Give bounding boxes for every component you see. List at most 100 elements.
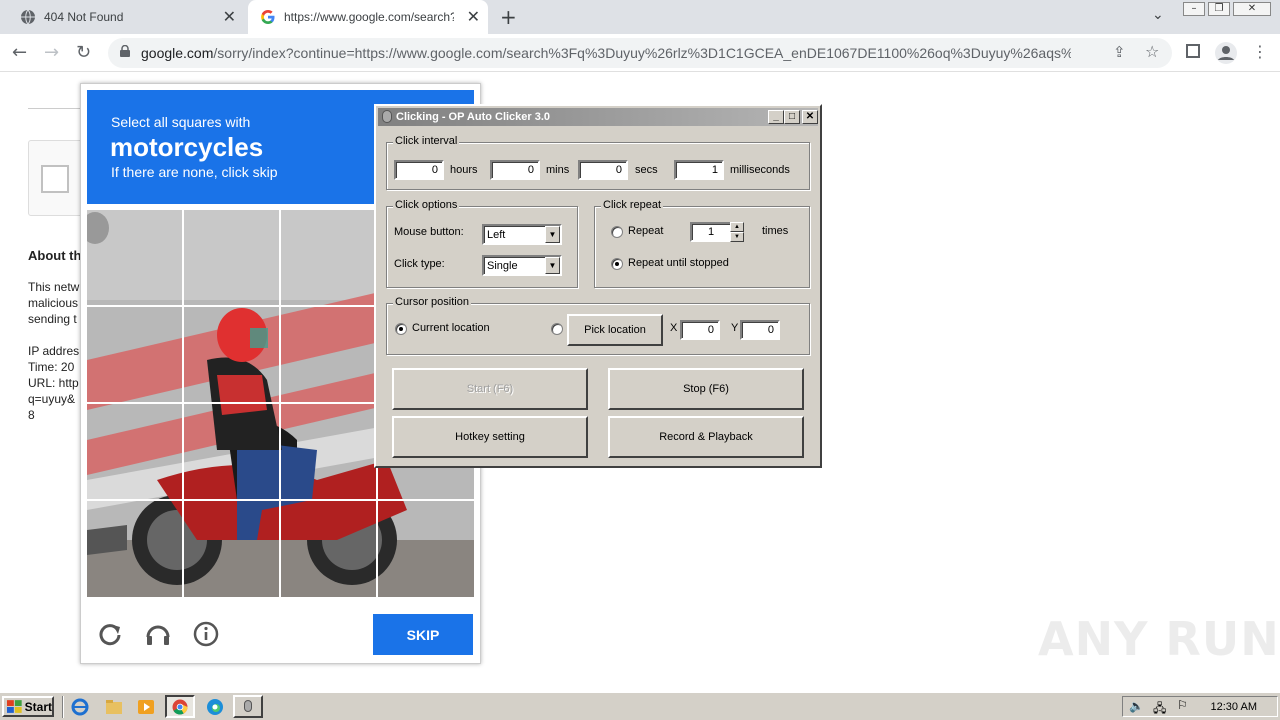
repeat-count-field[interactable]: 1 [690,222,732,242]
click-options-group: Click options Mouse button: Left ▼ Click… [386,199,578,288]
media-player-icon[interactable] [136,698,156,716]
hours-field[interactable]: 0 [394,160,444,180]
hours-label: hours [450,164,478,176]
record-playback-button[interactable]: Record & Playback [608,416,804,458]
mouse-button-value: Left [487,229,506,241]
page-info: IP addres [28,344,80,358]
ie-icon[interactable] [70,698,90,716]
side-panel-icon[interactable] [1186,44,1200,58]
group-label: Cursor position [393,296,471,308]
close-button[interactable]: ✕ [802,110,818,124]
current-location-label: Current location [412,322,490,334]
globe-icon [21,9,35,25]
start-label: Start [24,699,52,714]
minimize-button[interactable]: – [1183,2,1205,16]
reload-challenge-icon[interactable] [95,619,125,649]
window-titlebar[interactable]: Clicking - OP Auto Clicker 3.0 _ □ ✕ [378,108,818,126]
start-button[interactable]: Start [2,696,54,717]
milliseconds-label: milliseconds [730,164,790,176]
tab-title: https://www.google.com/search?q= [284,10,454,24]
milliseconds-field[interactable]: 1 [674,160,724,180]
restore-button[interactable]: ❐ [1208,2,1230,16]
volume-icon[interactable]: 🔈 [1129,699,1144,713]
spin-down-icon[interactable]: ▼ [730,232,744,242]
page-heading: About th [28,248,82,263]
divider [28,108,88,109]
mins-field[interactable]: 0 [490,160,540,180]
click-interval-group: Click interval 0 hours 0 mins 0 secs 1 m… [386,135,810,190]
page-line: malicious [28,296,79,310]
reload-icon[interactable]: ↻ [76,42,91,63]
audio-challenge-icon[interactable] [143,619,173,649]
page-info: Time: 20 [28,360,75,374]
pick-location-radio[interactable] [551,323,563,335]
lock-icon [120,45,130,57]
tab-404[interactable]: 404 Not Found ✕ [8,0,244,34]
bookmark-star-icon[interactable]: ☆ [1145,42,1159,61]
start-button[interactable]: Start (F6) [392,368,588,410]
folder-icon[interactable] [104,698,124,716]
close-tab-icon[interactable]: ✕ [223,7,236,27]
skip-button[interactable]: SKIP [373,614,473,655]
chrome-taskbar-button[interactable] [165,695,195,718]
auto-clicker-window: Clicking - OP Auto Clicker 3.0 _ □ ✕ Cli… [374,104,822,468]
challenge-hint: If there are none, click skip [111,164,278,180]
minimize-button[interactable]: _ [768,110,784,124]
page-line: sending t [28,312,77,326]
new-tab-icon[interactable]: + [500,5,517,29]
repeat-spinner[interactable]: ▲ ▼ [730,222,744,242]
profile-icon[interactable] [1214,41,1238,65]
x-field[interactable]: 0 [680,320,720,340]
click-type-label: Click type: [394,258,445,270]
share-icon[interactable]: ⇪ [1113,43,1126,61]
edge-icon[interactable] [205,698,225,716]
repeat-until-stopped-label: Repeat until stopped [628,257,729,269]
dropdown-arrow-icon[interactable]: ▼ [545,257,560,274]
tab-google[interactable]: https://www.google.com/search?q= ✕ [248,0,488,34]
dropdown-arrow-icon[interactable]: ▼ [545,226,560,243]
address-bar[interactable]: google.com/sorry/index?continue=https://… [108,38,1172,68]
close-window-button[interactable]: ✕ [1233,2,1271,16]
tab-title: 404 Not Found [44,10,124,24]
url-path: /sorry/index?continue=https://www.google… [213,45,1071,61]
google-icon [261,10,275,24]
recaptcha-checkbox[interactable] [41,165,69,193]
group-label: Click interval [393,135,460,147]
mouse-button-select[interactable]: Left ▼ [482,224,562,245]
auto-clicker-taskbar-button[interactable] [233,695,263,718]
maximize-button[interactable]: □ [784,110,800,124]
network-icon[interactable]: 🖧 [1153,699,1166,720]
pick-location-button[interactable]: Pick location [567,314,663,346]
clock: 12:30 AM [1210,701,1257,713]
secs-label: secs [635,164,658,176]
recaptcha-anchor [28,140,88,216]
current-location-radio[interactable] [395,323,407,335]
y-field[interactable]: 0 [740,320,780,340]
secs-field[interactable]: 0 [578,160,628,180]
browser-toolbar: ← → ↻ google.com/sorry/index?continue=ht… [0,34,1280,72]
forward-icon[interactable]: → [44,42,59,63]
back-icon[interactable]: ← [12,42,27,63]
watermark: ANY RUN [1038,612,1280,666]
spin-up-icon[interactable]: ▲ [730,222,744,232]
tab-strip: 404 Not Found ✕ https://www.google.com/s… [0,0,1280,34]
info-icon[interactable] [191,619,221,649]
chevron-down-icon[interactable]: ⌄ [1152,7,1164,23]
mins-label: mins [546,164,570,176]
mouse-icon [382,110,392,123]
menu-icon[interactable]: ⋮ [1252,42,1268,61]
stop-button[interactable]: Stop (F6) [608,368,804,410]
page-info: q=uyuy& [28,392,76,406]
windows-logo-icon [7,699,22,713]
url-domain: google.com [141,45,214,61]
repeat-until-stopped-radio[interactable] [611,258,623,270]
page-line: This netw [28,280,80,294]
times-label: times [762,225,789,237]
taskbar: Start 🔈 🖧 ⚐ 12:30 AM [0,692,1280,720]
hotkey-setting-button[interactable]: Hotkey setting [392,416,588,458]
click-type-select[interactable]: Single ▼ [482,255,562,276]
repeat-radio[interactable] [611,226,623,238]
close-tab-icon[interactable]: ✕ [467,7,480,27]
page-info: URL: http [28,376,79,390]
flag-icon[interactable]: ⚐ [1177,698,1188,712]
